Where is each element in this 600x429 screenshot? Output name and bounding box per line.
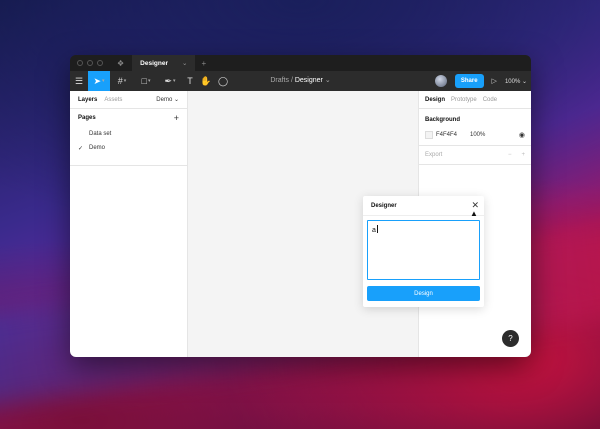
file-tab-label: Designer bbox=[140, 59, 168, 67]
page-item-data-set[interactable]: Data set bbox=[70, 127, 187, 141]
chevron-down-icon: ▾ bbox=[173, 78, 176, 84]
shape-tool[interactable]: □ ▾ bbox=[134, 71, 158, 91]
designer-plugin-dialog: Designer ✕ a Design bbox=[363, 196, 484, 307]
tab-prototype[interactable]: Prototype bbox=[451, 97, 477, 103]
pages-title: Pages bbox=[78, 115, 96, 121]
page-item-demo[interactable]: ✓ Demo bbox=[70, 141, 187, 155]
page-item-label: Demo bbox=[89, 145, 106, 151]
close-window-icon[interactable] bbox=[77, 60, 83, 66]
pen-icon: ✒ bbox=[164, 75, 173, 86]
page-selector[interactable]: Demo ⌄ bbox=[156, 96, 179, 103]
zoom-label: 100% bbox=[504, 78, 521, 85]
export-title: Export bbox=[425, 152, 443, 158]
toolbar: ☰ ➤ ▾ # ▾ □ ▾ ✒ ▾ T ✋ ◯ Drafts / Designer ⌄ … bbox=[70, 71, 531, 91]
export-plus-button[interactable]: + bbox=[521, 152, 525, 158]
background-opacity[interactable]: 100% bbox=[470, 132, 485, 138]
menu-icon[interactable]: ☰ bbox=[70, 71, 88, 91]
shape-icon: □ bbox=[141, 76, 147, 86]
editor-area: Layers Assets Demo ⌄ Pages + Data set ✓ … bbox=[70, 91, 531, 357]
help-button[interactable]: ? bbox=[502, 330, 519, 347]
zoom-dropdown[interactable]: 100% ⌄ bbox=[505, 78, 527, 85]
divider bbox=[70, 165, 187, 166]
text-icon[interactable]: T bbox=[182, 71, 198, 91]
left-panel-tabs: Layers Assets Demo ⌄ bbox=[70, 91, 187, 109]
chevron-down-icon: ▾ bbox=[123, 78, 127, 84]
breadcrumb-drafts: Drafts bbox=[270, 77, 289, 84]
export-section: Export − + bbox=[419, 146, 531, 165]
dialog-title: Designer bbox=[371, 202, 397, 209]
pages-header: Pages + bbox=[70, 109, 187, 127]
page-selector-label: Demo bbox=[156, 97, 173, 103]
design-button[interactable]: Design bbox=[367, 286, 480, 301]
share-button[interactable]: Share bbox=[454, 74, 484, 88]
left-panel: Layers Assets Demo ⌄ Pages + Data set ✓ … bbox=[70, 91, 188, 357]
right-panel-tabs: Design Prototype Code bbox=[419, 91, 531, 109]
maximize-window-icon[interactable] bbox=[97, 60, 103, 66]
play-icon[interactable]: ▷ bbox=[492, 77, 497, 85]
export-controls: − + bbox=[508, 152, 525, 158]
comment-icon[interactable]: ◯ bbox=[214, 71, 232, 91]
prompt-input-value: a bbox=[372, 227, 376, 234]
tab-design[interactable]: Design bbox=[425, 97, 445, 103]
minimize-window-icon[interactable] bbox=[87, 60, 93, 66]
background-title: Background bbox=[425, 117, 461, 123]
move-icon: ➤ bbox=[93, 75, 102, 86]
window-controls bbox=[77, 60, 103, 66]
eye-icon[interactable]: ◉ bbox=[519, 131, 525, 139]
background-hex[interactable]: F4F4F4 bbox=[436, 132, 470, 138]
avatar[interactable] bbox=[434, 75, 447, 87]
figma-window: ❖ Designer ⌄ + ☰ ➤ ▾ # ▾ □ ▾ ✒ ▾ T ✋ ◯ Draft… bbox=[70, 55, 531, 357]
chevron-down-icon: ⌄ bbox=[324, 77, 331, 84]
prompt-input[interactable]: a bbox=[367, 220, 480, 280]
cursor-icon: ▲ bbox=[470, 209, 478, 218]
text-caret bbox=[376, 225, 378, 233]
chevron-down-icon: ▾ bbox=[102, 78, 105, 84]
hand-icon[interactable]: ✋ bbox=[198, 71, 214, 91]
background-row: F4F4F4 100% ◉ bbox=[425, 131, 525, 139]
tab-assets[interactable]: Assets bbox=[104, 97, 122, 103]
pen-tool[interactable]: ✒ ▾ bbox=[158, 71, 182, 91]
title-bar: ❖ Designer ⌄ + bbox=[70, 55, 531, 71]
frame-icon: # bbox=[117, 76, 123, 86]
breadcrumb-separator: / bbox=[290, 77, 293, 84]
check-icon: ✓ bbox=[78, 145, 84, 152]
move-tool[interactable]: ➤ ▾ bbox=[88, 71, 110, 91]
add-page-button[interactable]: + bbox=[174, 113, 179, 123]
export-minus-button[interactable]: − bbox=[508, 152, 512, 158]
frame-tool[interactable]: # ▾ bbox=[110, 71, 134, 91]
tab-layers[interactable]: Layers bbox=[78, 97, 97, 103]
figma-logo-icon[interactable]: ❖ bbox=[117, 59, 124, 68]
background-swatch[interactable] bbox=[425, 131, 433, 139]
chevron-down-icon: ⌄ bbox=[521, 78, 527, 85]
tab-code[interactable]: Code bbox=[483, 97, 497, 103]
canvas[interactable]: Designer ✕ a Design bbox=[188, 91, 484, 357]
toolbar-right: Share ▷ 100% ⌄ bbox=[434, 71, 527, 91]
chevron-down-icon: ▾ bbox=[147, 78, 151, 84]
chevron-down-icon: ⌄ bbox=[173, 97, 179, 103]
file-tab[interactable]: Designer ⌄ bbox=[132, 55, 196, 71]
breadcrumb-file: Designer bbox=[294, 77, 323, 84]
new-tab-button[interactable]: + bbox=[201, 59, 206, 68]
dialog-header: Designer ✕ bbox=[363, 196, 484, 216]
chevron-down-icon[interactable]: ⌄ bbox=[182, 59, 187, 67]
page-item-label: Data set bbox=[89, 131, 112, 137]
background-section: Background F4F4F4 100% ◉ bbox=[419, 109, 531, 146]
